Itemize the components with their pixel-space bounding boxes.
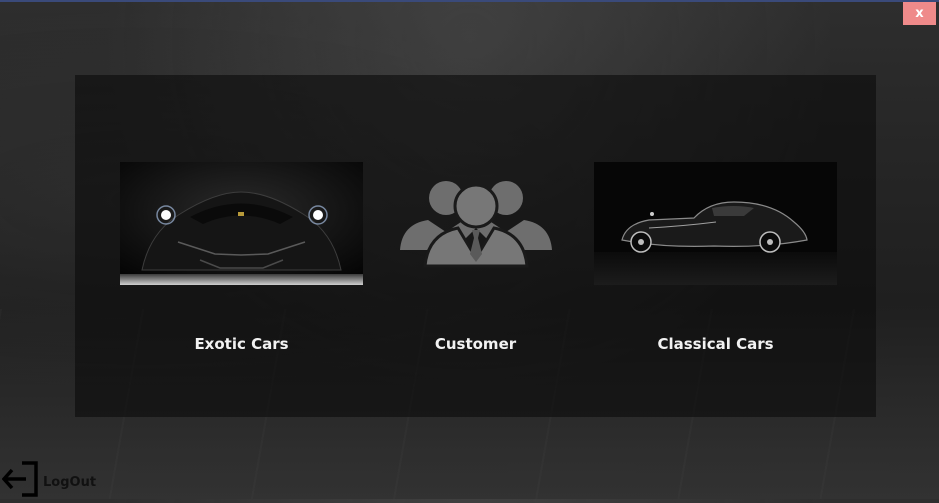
main-menu-panel: Exotic Cars Customer Classical Cars	[75, 75, 876, 417]
exotic-car-image[interactable]	[120, 162, 363, 285]
logout-label: LogOut	[43, 475, 97, 490]
window-top-border	[0, 0, 939, 2]
customers-group-icon[interactable]	[354, 162, 597, 285]
logout-icon[interactable]	[1, 459, 40, 499]
close-button[interactable]: x	[903, 2, 936, 25]
customer-card[interactable]: Customer	[354, 162, 597, 353]
logout-button[interactable]: LogOut	[1, 459, 102, 499]
exotic-cars-label: Exotic Cars	[194, 335, 289, 353]
classic-car-image[interactable]	[594, 162, 837, 285]
classical-cars-label: Classical Cars	[657, 335, 774, 353]
customer-label: Customer	[434, 335, 517, 353]
close-button-label: x	[915, 6, 924, 21]
classical-cars-card[interactable]: Classical Cars	[594, 162, 837, 353]
exotic-cars-card[interactable]: Exotic Cars	[120, 162, 363, 353]
